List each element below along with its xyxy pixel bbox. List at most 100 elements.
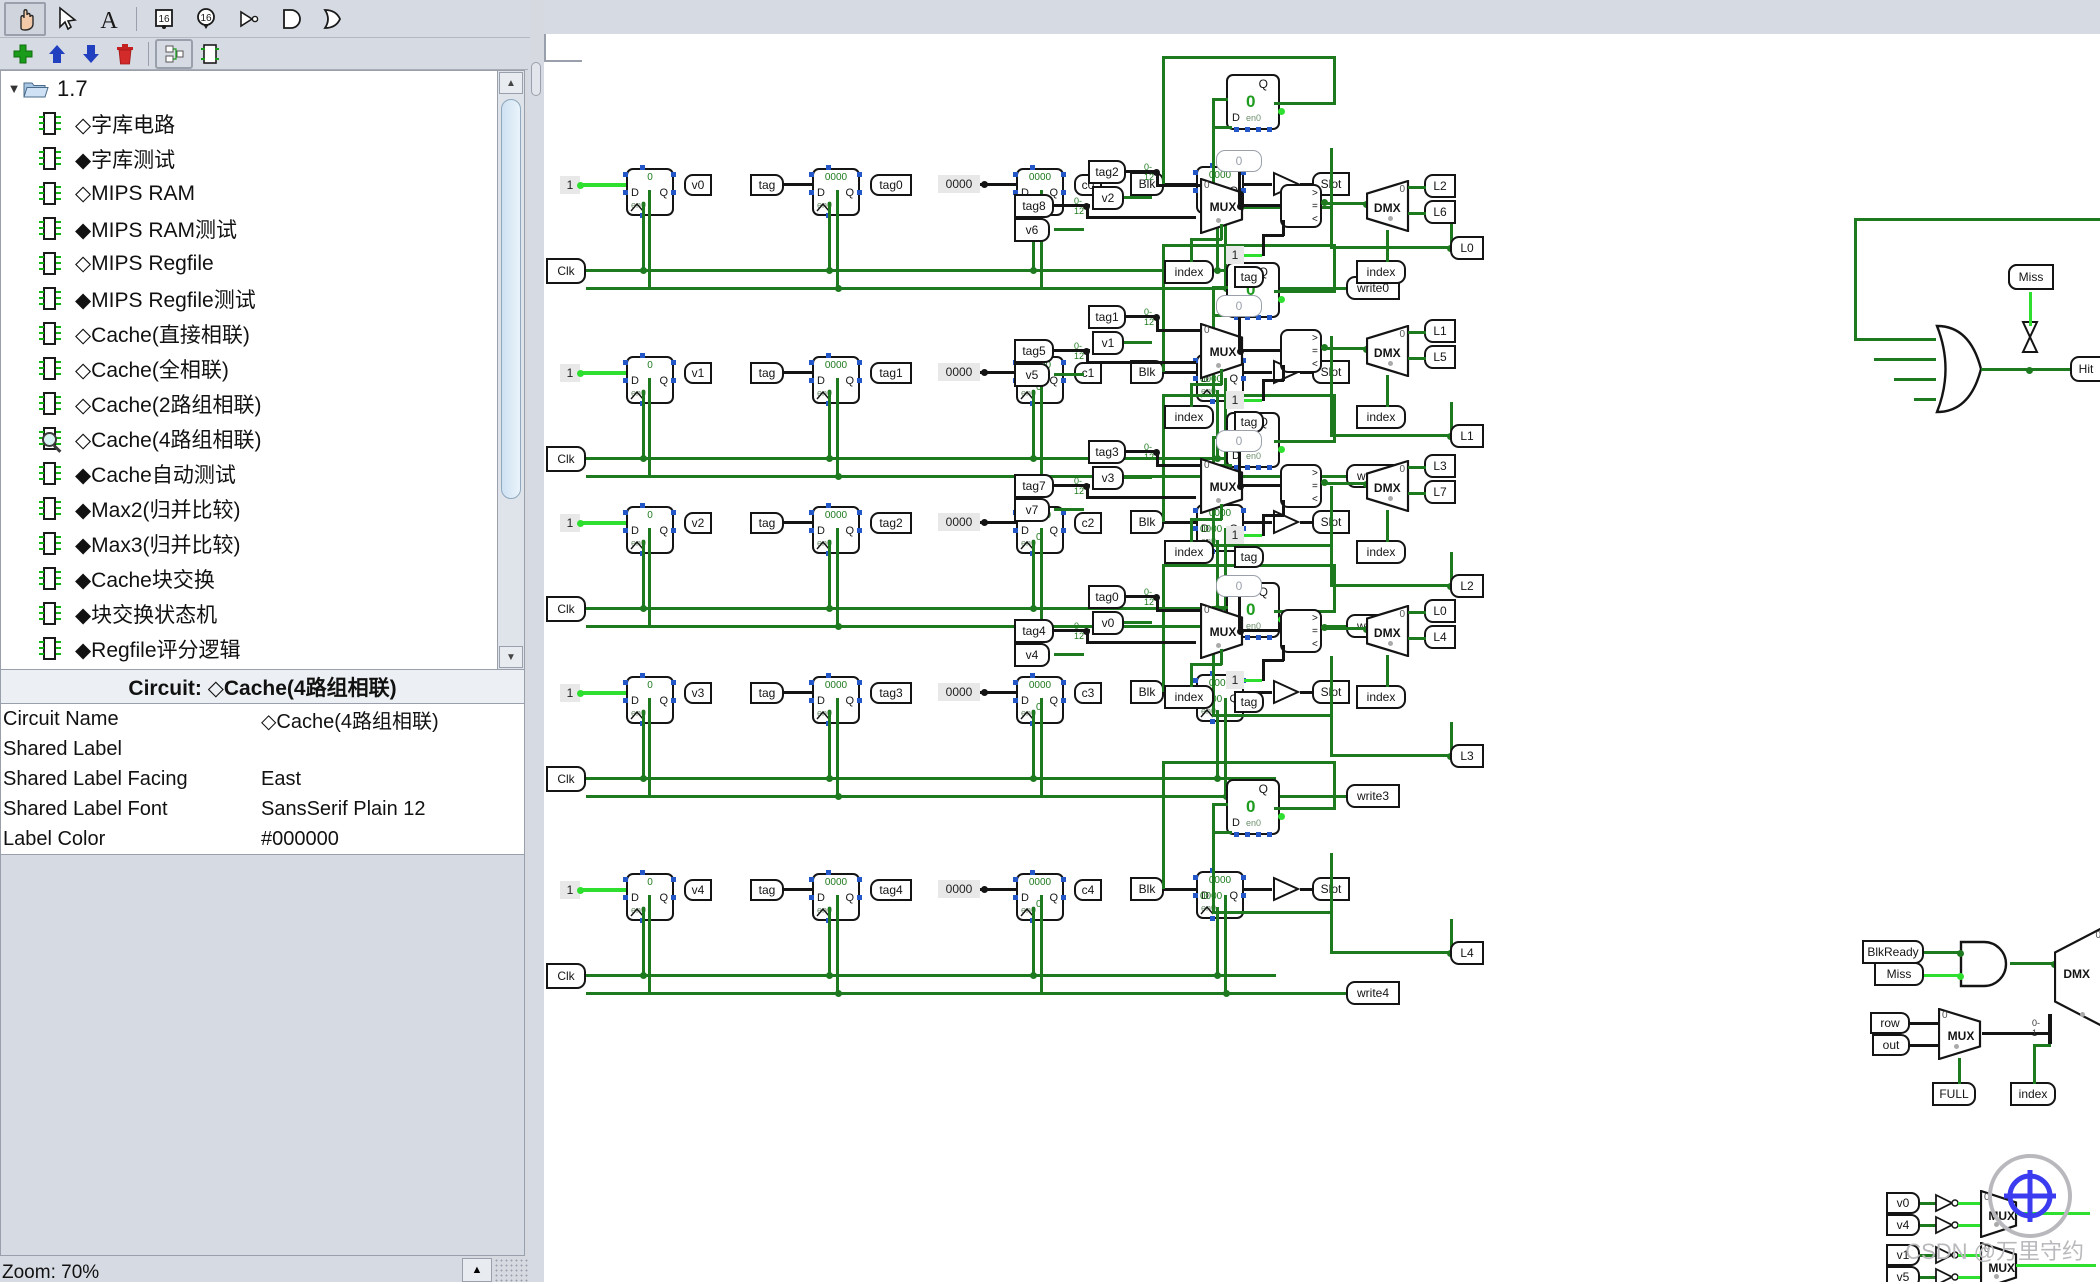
dmx-select-pin[interactable]: index (1356, 260, 1406, 284)
write-dmx[interactable]: DMX0 (2054, 926, 2100, 1028)
tree-item-2[interactable]: ◇MIPS RAM (1, 176, 504, 211)
compare-out-top[interactable]: L0 (1424, 599, 1456, 623)
buffer-gate-icon[interactable] (1272, 679, 1302, 705)
cmp-tag-pin[interactable]: tag (1234, 691, 1264, 713)
out-input-pin[interactable]: out (1872, 1034, 1910, 1056)
tree-item-0[interactable]: ◇字库电路 (1, 106, 504, 141)
tag-input-pin[interactable]: tag (750, 682, 784, 704)
tree-item-5[interactable]: ◆MIPS Regfile测试 (1, 281, 504, 316)
scroll-down-button[interactable]: ▼ (499, 646, 523, 668)
text-tool[interactable]: A (88, 2, 130, 36)
attribute-row[interactable]: Shared Label FontSansSerif Plain 12 (1, 794, 524, 824)
delete-circuit-button[interactable] (108, 40, 142, 68)
dmx-select-pin[interactable]: index (1356, 540, 1406, 564)
clk-input-pin[interactable]: Clk (546, 258, 586, 284)
blk-input-pin[interactable]: Blk (1130, 680, 1164, 704)
result-dmx[interactable]: DMX0 (1366, 605, 1410, 657)
tree-item-3[interactable]: ◆MIPS RAM测试 (1, 211, 504, 246)
tree-item-9[interactable]: ◇Cache(4路组相联) (1, 421, 504, 456)
not-gate-tool[interactable] (227, 2, 269, 36)
output-pin-tool[interactable]: 16 (185, 2, 227, 36)
data-output-pin[interactable]: c3 (1074, 682, 1102, 704)
panel-splitter[interactable] (528, 60, 544, 1282)
mux-select-pin[interactable]: index (1164, 685, 1214, 709)
view-subcircuit-button[interactable] (155, 39, 193, 69)
tag-a-pin[interactable]: tag1 (1088, 305, 1126, 329)
valid-output-pin[interactable]: v2 (684, 512, 712, 534)
valid-a-pin[interactable]: v0 (1092, 611, 1124, 635)
tag-b-pin[interactable]: tag4 (1014, 619, 1054, 643)
zero-const-box[interactable]: 0 (1216, 430, 1262, 452)
tag-b-pin[interactable]: tag7 (1014, 474, 1054, 498)
write-mux[interactable]: MUX0 (1938, 1008, 1982, 1060)
poke-tool[interactable] (4, 2, 46, 36)
input-pin-tool[interactable]: 16 (143, 2, 185, 36)
tag-output-pin[interactable]: tag3 (870, 682, 912, 704)
scrollbar-thumb[interactable] (501, 99, 521, 499)
tag-input-pin[interactable]: tag (750, 879, 784, 901)
attribute-table[interactable]: Circuit Name◇Cache(4路组相联)Shared LabelSha… (0, 704, 525, 854)
compare-out-top[interactable]: L3 (1424, 454, 1456, 478)
dmx-select-pin[interactable]: index (1356, 685, 1406, 709)
result-dmx[interactable]: DMX0 (1366, 460, 1410, 512)
valid-b-pin[interactable]: v4 (1014, 643, 1050, 667)
move-up-button[interactable] (40, 40, 74, 68)
enable-register[interactable]: Q0Den0 (1226, 74, 1280, 130)
tree-item-11[interactable]: ◆Max2(归并比较) (1, 491, 504, 526)
line-output-pin[interactable]: L3 (1450, 744, 1484, 768)
tag-b-pin[interactable]: tag8 (1014, 194, 1054, 218)
move-down-button[interactable] (74, 40, 108, 68)
tree-item-1[interactable]: ◆字库测试 (1, 141, 504, 176)
tree-item-13[interactable]: ◆Cache块交换 (1, 561, 504, 596)
write-output-pin[interactable]: write4 (1346, 981, 1400, 1005)
tree-item-14[interactable]: ◆块交换状态机 (1, 596, 504, 631)
tag-input-pin[interactable]: tag (750, 362, 784, 384)
tree-item-12[interactable]: ◆Max3(归并比较) (1, 526, 504, 561)
splitter-handle[interactable] (531, 62, 541, 96)
const-data[interactable]: 0000 (938, 683, 980, 701)
scroll-up-button[interactable]: ▲ (499, 72, 523, 94)
clk-input-pin[interactable]: Clk (546, 963, 586, 989)
enable-register[interactable]: Q0Den0 (1226, 779, 1280, 835)
const-data[interactable]: 0000 (938, 513, 980, 531)
select-tool[interactable] (46, 2, 88, 36)
cmp-tag-pin[interactable]: tag (1234, 546, 1264, 568)
tag-input-pin[interactable]: tag (750, 174, 784, 196)
valid-b-pin[interactable]: v5 (1014, 363, 1050, 387)
const-data[interactable]: 0000 (938, 175, 980, 193)
valid-b-pin[interactable]: v7 (1014, 498, 1050, 522)
not-gate[interactable] (1934, 1193, 1960, 1213)
tag-a-pin[interactable]: tag3 (1088, 440, 1126, 464)
line-output-pin[interactable]: L2 (1450, 574, 1484, 598)
attribute-value[interactable]: ◇Cache(4路组相联) (261, 705, 439, 734)
clk-input-pin[interactable]: Clk (546, 766, 586, 792)
attribute-value[interactable]: East (261, 768, 301, 791)
valid-input-pin[interactable]: v4 (1886, 1214, 1920, 1236)
not-gate[interactable] (1934, 1267, 1960, 1282)
result-dmx[interactable]: DMX0 (1366, 325, 1410, 377)
edit-appearance-button[interactable] (193, 40, 227, 68)
tag-a-pin[interactable]: tag0 (1088, 585, 1126, 609)
const-one[interactable]: 1 (1226, 526, 1244, 544)
or-gate[interactable] (1934, 323, 1984, 415)
and-gate[interactable] (1958, 940, 2012, 988)
full-input-pin[interactable]: FULL (1932, 1082, 1976, 1106)
buffer-gate-icon[interactable] (1272, 876, 1302, 902)
tree-item-15[interactable]: ◆Regfile评分逻辑 (1, 631, 504, 666)
zero-const-box[interactable]: 0 (1216, 295, 1262, 317)
const-data[interactable]: 0000 (938, 363, 980, 381)
tree-root-node[interactable]: ▼ 1.7 (1, 71, 504, 106)
attribute-row[interactable]: Shared Label (1, 734, 524, 764)
valid-output-pin[interactable]: v0 (684, 174, 712, 196)
zero-const-box[interactable]: 0 (1216, 150, 1262, 172)
const-one[interactable]: 1 (1226, 391, 1244, 409)
compare-out-top[interactable]: L2 (1424, 174, 1456, 198)
tag-output-pin[interactable]: tag4 (870, 879, 912, 901)
valid-input-pin[interactable]: v5 (1886, 1266, 1920, 1282)
valid-a-pin[interactable]: v1 (1092, 331, 1124, 355)
not-gate[interactable] (1934, 1215, 1960, 1235)
compare-out-bot[interactable]: L6 (1424, 200, 1456, 224)
expand-collapse-icon[interactable]: ▼ (5, 81, 23, 96)
result-dmx[interactable]: DMX0 (1366, 180, 1410, 232)
hit-output-pin[interactable]: Hit (2070, 356, 2100, 382)
